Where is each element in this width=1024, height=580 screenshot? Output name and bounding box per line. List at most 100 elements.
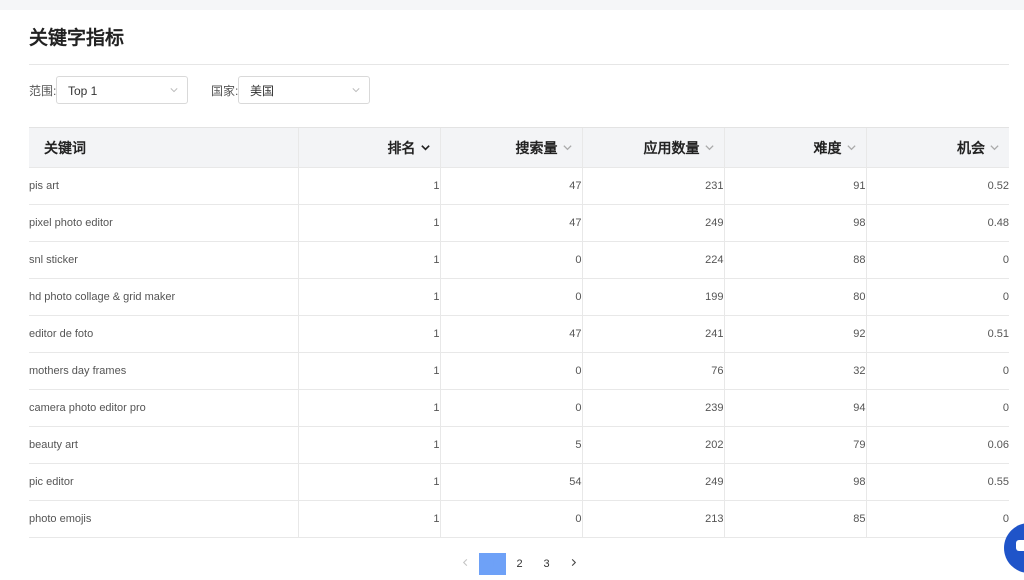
country-select[interactable]: 美国 — [238, 76, 370, 104]
search-volume-cell: 47 — [439, 167, 582, 205]
rank-cell: 1 — [297, 167, 440, 205]
column-header-keyword: 关键词 — [29, 127, 298, 168]
rank-cell: 1 — [297, 204, 440, 242]
app-count-cell: 213 — [581, 500, 724, 538]
prev-page-button[interactable] — [452, 553, 479, 575]
page-button-1[interactable]: 1 — [479, 553, 506, 575]
page-button-2[interactable]: 2 — [506, 553, 533, 575]
keyword-cell: editor de foto — [29, 315, 298, 353]
rank-cell: 1 — [297, 241, 440, 279]
difficulty-cell: 79 — [723, 426, 866, 464]
table-row: hd photo collage & grid maker 1 0 199 80… — [29, 278, 1009, 316]
sort-chevron-icon[interactable] — [704, 142, 715, 153]
app-count-cell: 76 — [581, 352, 724, 390]
country-label: 国家: — [211, 84, 239, 98]
search-volume-cell: 0 — [439, 389, 582, 427]
opportunity-cell: 0.48 — [865, 204, 1009, 242]
table-row: pis art 1 47 231 91 0.52 — [29, 167, 1009, 205]
opportunity-cell: 0.06 — [865, 426, 1009, 464]
keyword-cell: mothers day frames — [29, 352, 298, 390]
app-count-cell: 241 — [581, 315, 724, 353]
app-count-cell: 199 — [581, 278, 724, 316]
app-count-cell: 239 — [581, 389, 724, 427]
app-count-cell: 231 — [581, 167, 724, 205]
chat-bubble-icon — [1016, 540, 1024, 551]
chevron-right-icon — [571, 558, 577, 567]
keyword-cell: photo emojis — [29, 500, 298, 538]
search-volume-cell: 0 — [439, 352, 582, 390]
difficulty-cell: 88 — [723, 241, 866, 279]
column-header-label: 关键词 — [44, 139, 86, 156]
title-divider — [29, 64, 1009, 65]
column-header-opportunity[interactable]: 机会 — [865, 127, 1009, 168]
search-volume-cell: 0 — [439, 241, 582, 279]
opportunity-cell: 0 — [865, 389, 1009, 427]
opportunity-cell: 0 — [865, 500, 1009, 538]
chevron-left-icon — [462, 558, 468, 567]
table-row: camera photo editor pro 1 0 239 94 0 — [29, 389, 1009, 427]
app-count-cell: 249 — [581, 463, 724, 501]
sort-chevron-icon[interactable] — [562, 142, 573, 153]
search-volume-cell: 0 — [439, 278, 582, 316]
rank-cell: 1 — [297, 352, 440, 390]
column-header-difficulty[interactable]: 难度 — [723, 127, 866, 168]
difficulty-cell: 92 — [723, 315, 866, 353]
column-header-label: 应用数量 — [643, 139, 700, 156]
rank-cell: 1 — [297, 278, 440, 316]
opportunity-cell: 0.51 — [865, 315, 1009, 353]
opportunity-cell: 0 — [865, 352, 1009, 390]
rank-cell: 1 — [297, 463, 440, 501]
chevron-down-icon — [170, 88, 178, 93]
country-select-value: 美国 — [250, 84, 275, 98]
table-row: editor de foto 1 47 241 92 0.51 — [29, 315, 1009, 353]
keyword-cell: pis art — [29, 167, 298, 205]
keyword-cell: hd photo collage & grid maker — [29, 278, 298, 316]
table-row: snl sticker 1 0 224 88 0 — [29, 241, 1009, 279]
rank-cell: 1 — [297, 315, 440, 353]
range-select-value: Top 1 — [68, 84, 98, 98]
range-select[interactable]: Top 1 — [56, 76, 188, 104]
search-volume-cell: 47 — [439, 315, 582, 353]
difficulty-cell: 98 — [723, 463, 866, 501]
page-button-3[interactable]: 3 — [533, 553, 560, 575]
keyword-cell: camera photo editor pro — [29, 389, 298, 427]
range-label: 范围: — [29, 84, 57, 98]
column-header-label: 排名 — [387, 139, 416, 156]
app-count-cell: 224 — [581, 241, 724, 279]
sort-chevron-icon[interactable] — [420, 142, 431, 153]
difficulty-cell: 32 — [723, 352, 866, 390]
app-count-cell: 202 — [581, 426, 724, 464]
table-row: photo emojis 1 0 213 85 0 — [29, 500, 1009, 538]
difficulty-cell: 80 — [723, 278, 866, 316]
rank-cell: 1 — [297, 389, 440, 427]
column-header-search-volume[interactable]: 搜索量 — [439, 127, 582, 168]
rank-cell: 1 — [297, 500, 440, 538]
pagination: 1 2 3 — [452, 553, 587, 575]
keyword-cell: snl sticker — [29, 241, 298, 279]
next-page-button[interactable] — [560, 553, 587, 575]
difficulty-cell: 85 — [723, 500, 866, 538]
keyword-table: 关键词 排名 搜索量 应用数量 难度 机会 pis art 1 47 231 9… — [29, 127, 1009, 538]
search-volume-cell: 0 — [439, 500, 582, 538]
keyword-cell: pic editor — [29, 463, 298, 501]
column-header-rank[interactable]: 排名 — [297, 127, 440, 168]
opportunity-cell: 0.55 — [865, 463, 1009, 501]
difficulty-cell: 91 — [723, 167, 866, 205]
app-count-cell: 249 — [581, 204, 724, 242]
top-band — [0, 0, 1024, 10]
table-row: mothers day frames 1 0 76 32 0 — [29, 352, 1009, 390]
table-header-row: 关键词 排名 搜索量 应用数量 难度 机会 — [29, 127, 1009, 168]
search-volume-cell: 5 — [439, 426, 582, 464]
column-header-app-count[interactable]: 应用数量 — [581, 127, 724, 168]
rank-cell: 1 — [297, 426, 440, 464]
opportunity-cell: 0 — [865, 278, 1009, 316]
sort-chevron-icon[interactable] — [846, 142, 857, 153]
difficulty-cell: 98 — [723, 204, 866, 242]
table-row: pic editor 1 54 249 98 0.55 — [29, 463, 1009, 501]
opportunity-cell: 0.52 — [865, 167, 1009, 205]
search-volume-cell: 47 — [439, 204, 582, 242]
column-header-label: 难度 — [813, 139, 842, 156]
keyword-cell: pixel photo editor — [29, 204, 298, 242]
difficulty-cell: 94 — [723, 389, 866, 427]
sort-chevron-icon[interactable] — [989, 142, 1000, 153]
